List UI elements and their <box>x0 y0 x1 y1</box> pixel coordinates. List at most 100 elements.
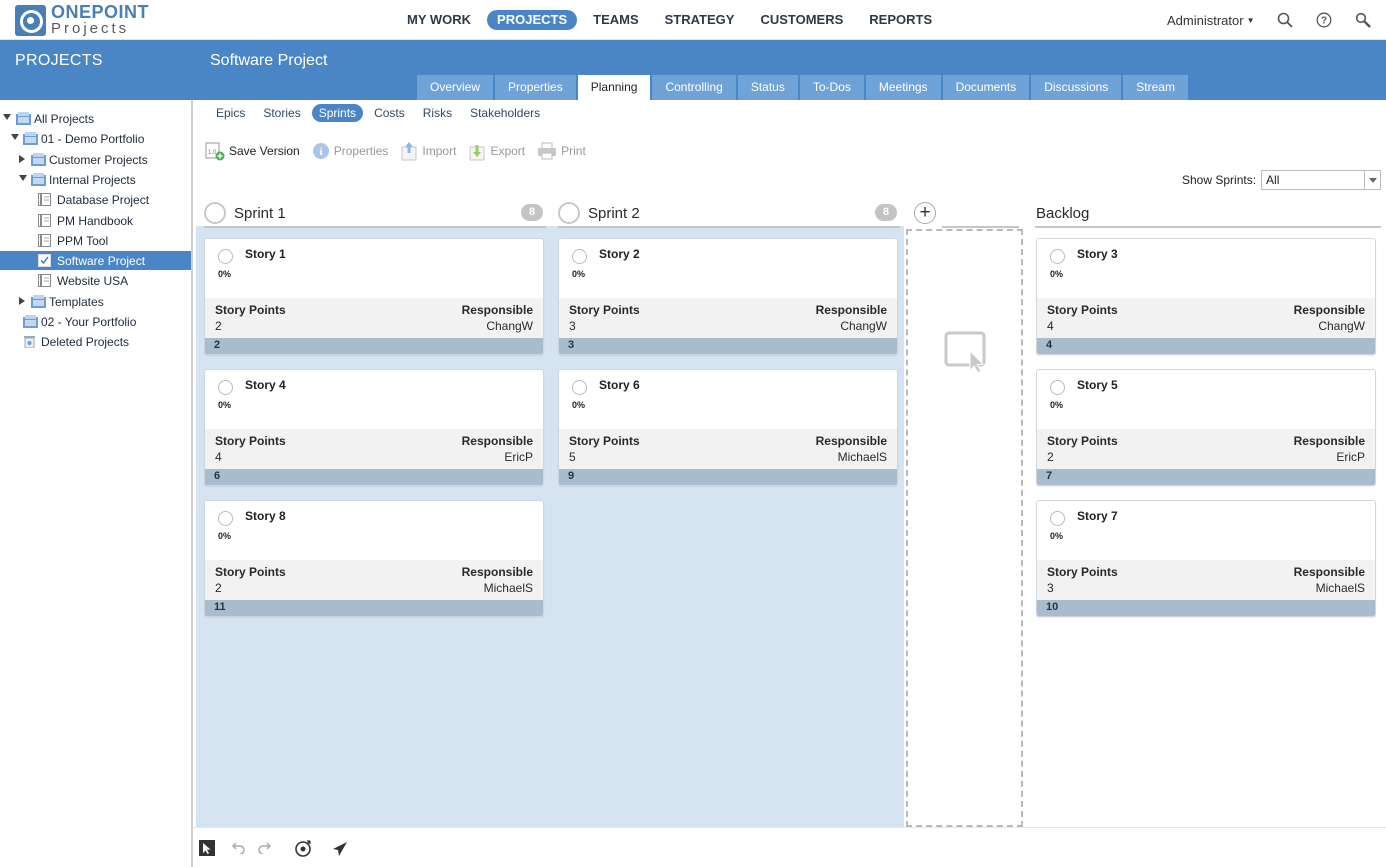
tree-item-database-project[interactable]: Database Project <box>0 190 191 209</box>
story-card[interactable]: Story 8 0% Story Points 2 Responsible Michael… <box>204 500 544 617</box>
tree-item-website-usa[interactable]: Website USA <box>0 271 191 290</box>
portfolio-icon <box>16 112 31 125</box>
story-card[interactable]: Story 1 0% Story Points 2 Responsible ChangW 2 <box>204 238 544 355</box>
tree-item-ppm-tool[interactable]: PPM Tool <box>0 231 191 250</box>
save-version-button[interactable]: 1.0 Save Version <box>205 140 300 162</box>
help-icon[interactable]: ? <box>1316 12 1332 28</box>
nav-projects[interactable]: PROJECTS <box>487 10 578 30</box>
search-settings-icon[interactable] <box>1355 12 1371 28</box>
project-icon <box>38 274 53 288</box>
story-status-circle[interactable] <box>1050 380 1065 395</box>
nav-customers[interactable]: CUSTOMERS <box>750 10 853 30</box>
subtab-costs[interactable]: Costs <box>367 104 412 122</box>
tree-item-customer-projects[interactable]: Customer Projects <box>0 150 191 169</box>
story-card[interactable]: Story 5 0% Story Points 2 Responsible EricP 7 <box>1036 369 1376 486</box>
subtab-stories[interactable]: Stories <box>256 104 307 122</box>
story-card[interactable]: Story 3 0% Story Points 4 Responsible ChangW 4 <box>1036 238 1376 355</box>
undo-icon[interactable] <box>232 842 246 854</box>
tree-item-software-project[interactable]: Software Project <box>0 251 191 271</box>
subtab-risks[interactable]: Risks <box>416 104 459 122</box>
story-status-circle[interactable] <box>1050 511 1065 526</box>
redo-icon[interactable] <box>257 842 271 854</box>
story-progress: 0% <box>1050 531 1064 541</box>
subtab-epics[interactable]: Epics <box>209 104 252 122</box>
tree-item-internal-projects[interactable]: Internal Projects <box>0 170 191 189</box>
tab-stream[interactable]: Stream <box>1123 75 1188 100</box>
user-name: Administrator <box>1167 13 1244 28</box>
send-icon[interactable] <box>332 841 348 857</box>
tab-overview[interactable]: Overview <box>417 75 494 100</box>
story-card[interactable]: Story 2 0% Story Points 3 Responsible ChangW 3 <box>558 238 898 355</box>
nav-my-work[interactable]: MY WORK <box>397 10 481 30</box>
tree-item-02-your-portfolio[interactable]: 02 - Your Portfolio <box>0 312 191 331</box>
story-points-value: 3 <box>569 319 576 333</box>
zoom-fit-icon[interactable] <box>294 840 312 858</box>
tree-item-deleted-projects[interactable]: Deleted Projects <box>0 332 191 351</box>
responsible-value: EricP <box>1336 450 1365 464</box>
responsible-label: Responsible <box>1293 565 1365 579</box>
logo[interactable]: ONEPOINT Projects <box>15 3 149 36</box>
collapsed-arrow-icon[interactable] <box>19 154 25 163</box>
tab-discussions[interactable]: Discussions <box>1031 75 1122 100</box>
user-menu[interactable]: Administrator ▼ <box>1167 13 1255 28</box>
show-sprints-select[interactable]: All <box>1261 170 1382 190</box>
tab-controlling[interactable]: Controlling <box>652 75 736 100</box>
expanded-arrow-icon[interactable] <box>11 134 19 141</box>
sprint-1-status-circle[interactable] <box>204 202 226 224</box>
tree-item-label: Deleted Projects <box>41 335 130 350</box>
sprint-2-header: Sprint 2 8 <box>558 200 900 228</box>
story-footer: 6 <box>205 469 543 485</box>
tab-meetings[interactable]: Meetings <box>865 75 941 100</box>
tab-to-dos[interactable]: To-Dos <box>799 75 864 100</box>
story-progress: 0% <box>218 269 232 279</box>
tree-item-label: All Projects <box>34 112 95 126</box>
subtab-stakeholders[interactable]: Stakeholders <box>463 104 547 122</box>
nav-strategy[interactable]: STRATEGY <box>655 10 745 30</box>
sprint-2-status-circle[interactable] <box>558 202 580 224</box>
sprint-2-title[interactable]: Sprint 2 <box>588 205 640 222</box>
sprint-1-header: Sprint 1 8 <box>204 200 546 228</box>
portfolio-icon <box>31 172 46 186</box>
collapsed-arrow-icon[interactable] <box>19 296 25 305</box>
sidebar-header <box>0 40 193 100</box>
expanded-arrow-icon[interactable] <box>19 174 27 181</box>
story-points-value: 2 <box>215 581 222 595</box>
show-sprints-label: Show Sprints: <box>1182 173 1257 187</box>
story-status-circle[interactable] <box>218 249 233 264</box>
portfolio-icon <box>23 132 38 146</box>
nav-reports[interactable]: REPORTS <box>859 10 942 30</box>
add-sprint-button[interactable]: + <box>914 202 936 224</box>
tree-item-01-demo-portfolio[interactable]: 01 - Demo Portfolio <box>0 129 191 148</box>
sprint-1-title[interactable]: Sprint 1 <box>234 205 286 222</box>
new-sprint-drop-zone[interactable] <box>906 229 1023 827</box>
export-button[interactable]: Export <box>468 140 525 162</box>
story-card[interactable]: Story 6 0% Story Points 5 Responsible Michael… <box>558 369 898 486</box>
backlog-title: Backlog <box>1036 205 1090 222</box>
tab-status[interactable]: Status <box>737 75 798 100</box>
subtab-sprints[interactable]: Sprints <box>311 104 364 122</box>
responsible-label: Responsible <box>815 434 887 448</box>
tree-item-pm-handbook[interactable]: PM Handbook <box>0 211 191 230</box>
import-button[interactable]: Import <box>400 140 456 162</box>
tree-item-templates[interactable]: Templates <box>0 292 191 311</box>
nav-teams[interactable]: TEAMS <box>583 10 649 30</box>
story-status-circle[interactable] <box>572 380 587 395</box>
tab-documents[interactable]: Documents <box>942 75 1030 100</box>
story-status-circle[interactable] <box>218 380 233 395</box>
search-icon[interactable] <box>1277 12 1293 28</box>
properties-button[interactable]: i Properties <box>312 140 388 162</box>
tab-properties[interactable]: Properties <box>495 75 576 100</box>
tree-item-all-projects[interactable]: All Projects <box>0 109 191 128</box>
select-tool-icon[interactable] <box>199 840 215 856</box>
story-progress: 0% <box>218 400 232 410</box>
expanded-arrow-icon[interactable] <box>3 114 11 120</box>
story-status-circle[interactable] <box>218 511 233 526</box>
tree-item-label: Customer Projects <box>49 152 148 167</box>
story-card[interactable]: Story 7 0% Story Points 3 Responsible Michael… <box>1036 500 1376 617</box>
print-button[interactable]: Print <box>537 140 586 162</box>
tab-planning[interactable]: Planning <box>577 75 651 100</box>
story-status-circle[interactable] <box>572 249 587 264</box>
story-status-circle[interactable] <box>1050 249 1065 264</box>
info-icon: i <box>312 143 329 159</box>
story-card[interactable]: Story 4 0% Story Points 4 Responsible EricP 6 <box>204 369 544 486</box>
